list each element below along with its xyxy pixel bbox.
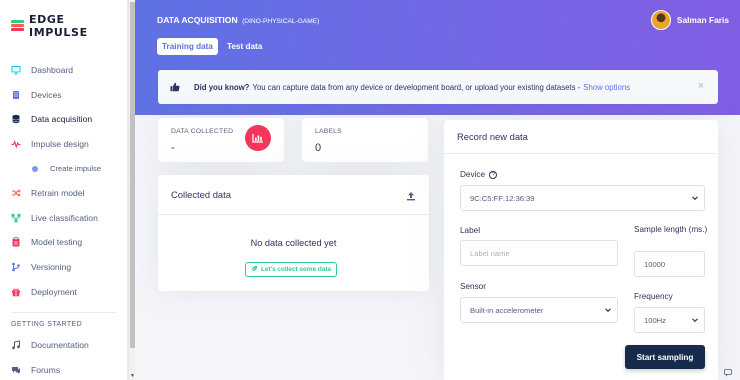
sidebar-item-create-impulse[interactable]: Create impulse	[0, 156, 127, 181]
sidebar-item-label: Documentation	[31, 340, 89, 351]
sidebar-item-label: Dashboard	[31, 65, 74, 76]
chevron-down-icon	[691, 194, 699, 202]
sidebar-item-devices[interactable]: Devices	[0, 83, 127, 108]
labels-card: LABELS 0	[302, 118, 428, 162]
sidebar: EDGE IMPULSE Dashboard Devices Data acqu…	[0, 0, 128, 380]
shuffle-icon	[11, 188, 21, 198]
database-icon	[11, 114, 21, 124]
sidebar-item-dashboard[interactable]: Dashboard	[0, 58, 127, 83]
frequency-select-value: 100Hz	[644, 315, 666, 325]
logo-mark-icon	[11, 19, 24, 33]
avatar[interactable]	[650, 10, 671, 30]
collected-data-card: Collected data No data collected yet Let…	[158, 175, 429, 291]
tip-text: You can capture data from any device or …	[252, 82, 581, 92]
tip-banner: Did you know? You can capture data from …	[158, 70, 718, 104]
sidebar-item-label: Retrain model	[31, 188, 85, 199]
monitor-icon	[11, 65, 21, 75]
sidebar-section-heading: GETTING STARTED	[11, 320, 83, 328]
user-menu[interactable]: Salman Faris	[650, 10, 729, 30]
thumbs-up-icon	[170, 82, 180, 92]
device-label: Device ?	[460, 170, 498, 179]
collect-data-button[interactable]: Let's collect some data	[245, 262, 338, 277]
label-input-placeholder: Label name	[470, 248, 510, 258]
upload-icon[interactable]	[406, 188, 416, 206]
collected-data-title: Collected data	[158, 175, 429, 215]
sidebar-item-label: Create impulse	[50, 164, 102, 174]
sidebar-item-forums[interactable]: Forums	[0, 358, 127, 380]
branch-icon	[11, 262, 21, 272]
frequency-label: Frequency	[634, 292, 673, 301]
frequency-select[interactable]: 100Hz	[634, 307, 705, 333]
tab-training-data[interactable]: Training data	[157, 38, 218, 55]
sample-length-input[interactable]: 10000	[634, 251, 705, 277]
sensor-select[interactable]: Built-in accelerometer	[460, 297, 618, 323]
sample-length-label: Sample length (ms.)	[634, 225, 708, 234]
chart-icon	[245, 125, 271, 151]
sidebar-item-label: Devices	[31, 89, 62, 100]
close-icon[interactable]: ×	[698, 80, 704, 92]
show-options-link[interactable]: Show options	[583, 83, 630, 92]
info-icon[interactable]: ?	[489, 170, 498, 179]
tab-test-data[interactable]: Test data	[222, 38, 267, 55]
record-data-title: Record new data	[444, 120, 718, 154]
chat-icon	[11, 365, 21, 375]
logo[interactable]: EDGE IMPULSE	[11, 13, 127, 39]
music-icon	[11, 340, 21, 350]
collect-data-label: Let's collect some data	[261, 266, 332, 273]
data-collected-card: DATA COLLECTED -	[158, 118, 284, 162]
sidebar-item-label: Data acquisition	[31, 114, 93, 125]
dot-icon	[32, 165, 38, 172]
brand-name: EDGE IMPULSE	[29, 13, 88, 39]
network-icon	[11, 213, 21, 223]
device-label-text: Device	[460, 170, 486, 179]
clipboard-icon	[11, 237, 21, 247]
device-select[interactable]: 9C:C5:FF:12:36:39	[460, 185, 705, 211]
user-name: Salman Faris	[676, 15, 729, 25]
sidebar-item-label: Impulse design	[31, 139, 89, 150]
sensor-label: Sensor	[460, 282, 486, 291]
sidebar-item-retrain-model[interactable]: Retrain model	[0, 181, 127, 206]
devices-icon	[11, 90, 21, 100]
sidebar-item-label: Live classification	[31, 212, 98, 223]
sidebar-item-label: Versioning	[31, 262, 72, 273]
start-sampling-button[interactable]: Start sampling	[625, 345, 705, 369]
tip-title: Did you know?	[194, 82, 250, 92]
sidebar-nav: Dashboard Devices Data acquisition Impul…	[0, 58, 127, 380]
sidebar-item-label: Model testing	[31, 237, 83, 248]
sidebar-divider	[11, 311, 117, 313]
project-name: (DINO-PHYSICAL-GAME)	[242, 18, 320, 25]
sidebar-item-label: Deployment	[31, 286, 77, 297]
sidebar-item-documentation[interactable]: Documentation	[0, 333, 127, 358]
sidebar-item-label: Forums	[31, 364, 61, 375]
scroll-down-icon[interactable]: ▼	[129, 373, 136, 379]
feedback-icon[interactable]	[724, 364, 732, 377]
label-input[interactable]: Label name	[460, 240, 618, 266]
label-field-label: Label	[460, 226, 481, 235]
chevron-down-icon	[691, 316, 699, 324]
record-data-card: Record new data Device ? 9C:C5:FF:12:36:…	[444, 120, 718, 380]
page-title: DATA ACQUISITION (DINO-PHYSICAL-GAME)	[157, 15, 319, 25]
sidebar-item-data-acquisition[interactable]: Data acquisition	[0, 107, 127, 132]
chevron-down-icon	[604, 306, 612, 314]
sample-length-value: 10000	[644, 259, 666, 269]
stat-value: 0	[315, 142, 322, 154]
sidebar-item-model-testing[interactable]: Model testing	[0, 230, 127, 255]
sidebar-scrollbar[interactable]: ▼	[128, 0, 135, 380]
pulse-icon	[11, 139, 21, 149]
sensor-select-value: Built-in accelerometer	[470, 305, 544, 315]
gift-icon	[11, 287, 21, 297]
page-title-text: DATA ACQUISITION	[157, 15, 238, 25]
empty-state-text: No data collected yet	[250, 238, 337, 248]
sidebar-item-deployment[interactable]: Deployment	[0, 279, 127, 304]
sidebar-item-versioning[interactable]: Versioning	[0, 255, 127, 280]
data-tabs: Training data Test data	[157, 38, 267, 55]
stat-label: LABELS	[315, 128, 342, 135]
sidebar-item-impulse-design[interactable]: Impulse design	[0, 132, 127, 157]
device-select-value: 9C:C5:FF:12:36:39	[470, 193, 535, 203]
sidebar-item-live-classification[interactable]: Live classification	[0, 206, 127, 231]
leaf-icon	[251, 265, 258, 274]
